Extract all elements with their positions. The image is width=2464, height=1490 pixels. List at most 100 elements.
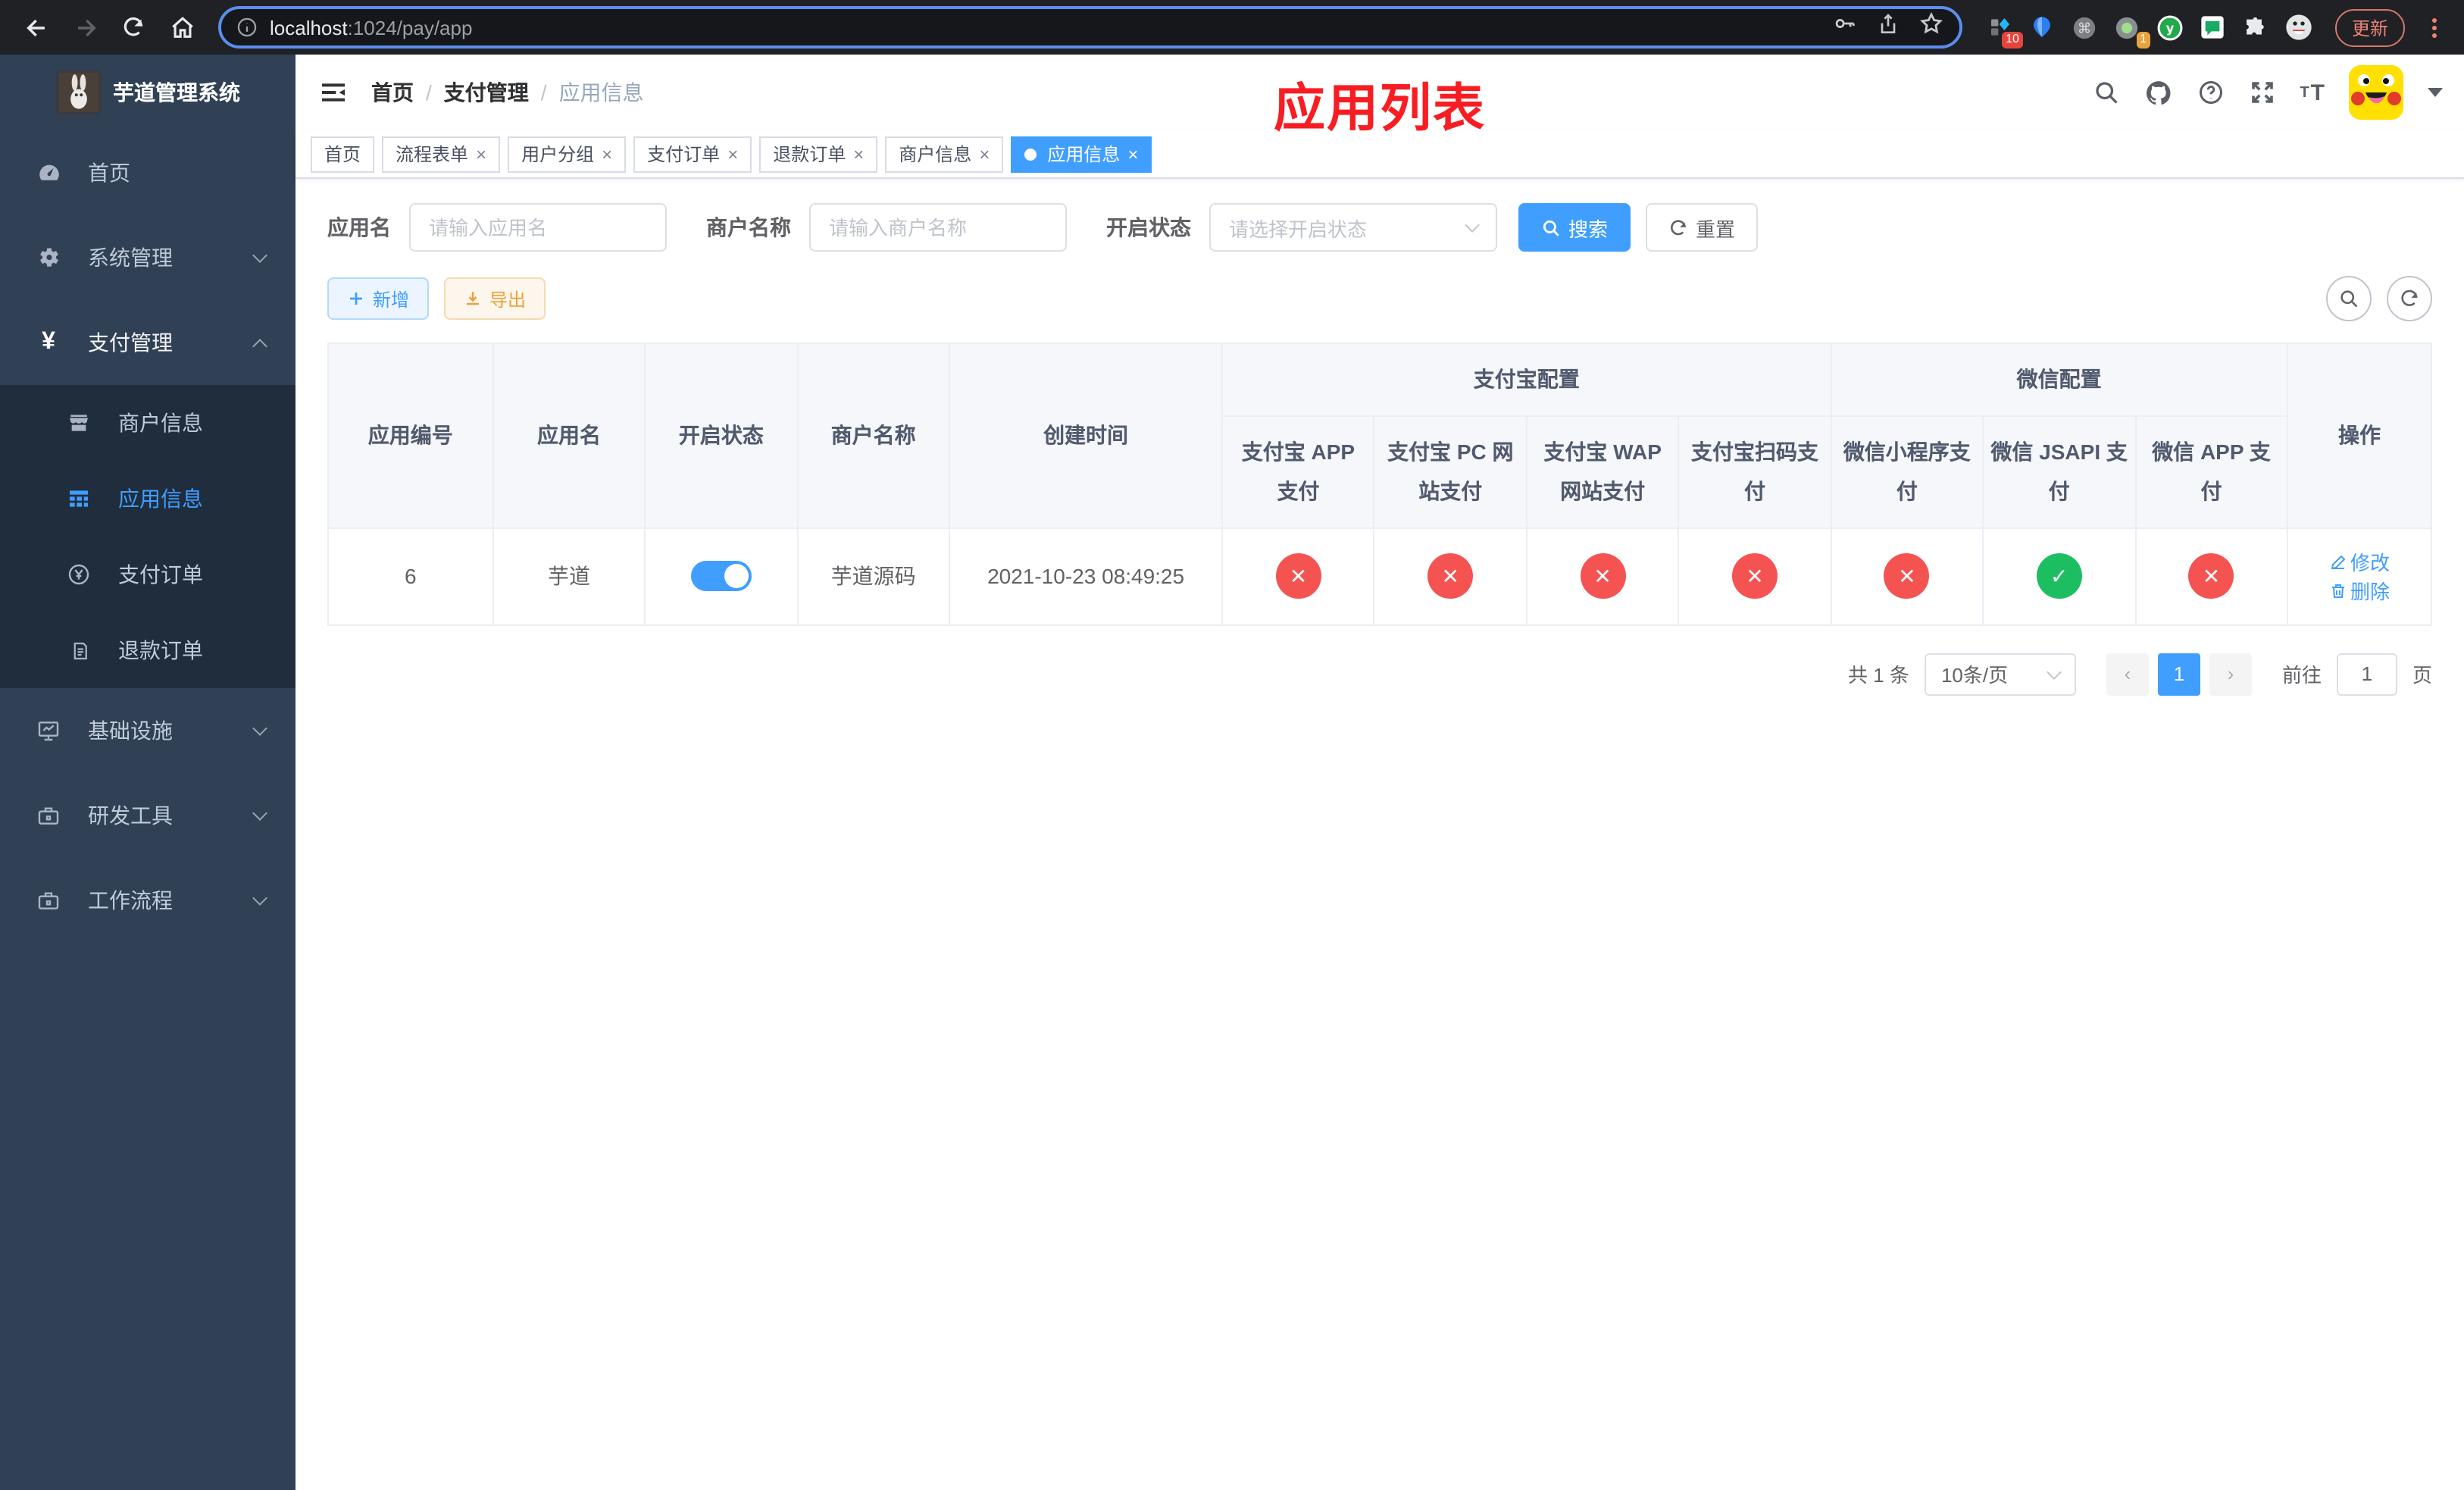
url-bar[interactable]: localhost:1024/pay/app bbox=[218, 6, 1962, 49]
tab-merchant-info[interactable]: 商户信息 × bbox=[885, 136, 1004, 172]
prev-page-button[interactable]: ‹ bbox=[2106, 653, 2149, 696]
password-key-icon[interactable] bbox=[1832, 11, 1858, 44]
merchant-name-input[interactable] bbox=[829, 216, 1047, 239]
col-app-id: 应用编号 bbox=[327, 343, 494, 529]
page-size-select[interactable]: 10条/页 bbox=[1924, 653, 2076, 696]
merchant-name-input-wrap bbox=[809, 203, 1067, 252]
search-icon[interactable] bbox=[2092, 79, 2119, 106]
close-icon[interactable]: × bbox=[853, 143, 864, 164]
close-icon[interactable]: × bbox=[1127, 143, 1138, 164]
extension-designer-icon[interactable]: 10 bbox=[1987, 14, 2023, 49]
tag-tabs-bar: 首页 流程表单 × 用户分组 × 支付订单 × 退款订单 × 商户信息 × 应用… bbox=[295, 130, 2464, 179]
extension-badge: 1 bbox=[2136, 31, 2150, 49]
toggle-search-button[interactable] bbox=[2326, 276, 2372, 321]
col-wechat-app: 微信 APP 支付 bbox=[2134, 415, 2288, 529]
close-icon[interactable]: × bbox=[602, 143, 612, 164]
apps-table: 应用编号 应用名 开启状态 商户名称 创建时间 支付宝配置 微信配置 操作 支付… bbox=[327, 343, 2433, 626]
tab-user-group[interactable]: 用户分组 × bbox=[508, 136, 627, 172]
dashboard-icon bbox=[30, 160, 67, 186]
reload-icon[interactable] bbox=[112, 6, 155, 49]
reset-button[interactable]: 重置 bbox=[1646, 203, 1759, 252]
forward-icon[interactable] bbox=[64, 6, 106, 49]
gear-icon bbox=[30, 245, 67, 271]
sidebar-item-app-info[interactable]: 应用信息 bbox=[0, 461, 295, 537]
sidebar-item-system[interactable]: 系统管理 bbox=[0, 215, 295, 300]
collapse-sidebar-icon[interactable] bbox=[317, 76, 350, 109]
close-icon[interactable]: × bbox=[979, 143, 990, 164]
tab-process-form[interactable]: 流程表单 × bbox=[382, 136, 501, 172]
close-icon[interactable]: × bbox=[727, 143, 738, 164]
app-name-input[interactable] bbox=[429, 216, 647, 239]
goto-suffix: 页 bbox=[2412, 664, 2432, 687]
sidebar-item-pay-order[interactable]: 支付订单 bbox=[0, 537, 295, 612]
status-fail-icon bbox=[2188, 553, 2234, 599]
close-icon[interactable]: × bbox=[476, 143, 486, 164]
status-select[interactable]: 请选择开启状态 bbox=[1209, 203, 1497, 252]
share-icon[interactable] bbox=[1876, 11, 1900, 43]
sidebar-item-home[interactable]: 首页 bbox=[0, 130, 295, 215]
enabled-toggle[interactable] bbox=[690, 561, 752, 592]
chevron-down-icon bbox=[1465, 218, 1480, 233]
pagination-total: 共 1 条 bbox=[1848, 664, 1909, 687]
avatar-caret-icon[interactable] bbox=[2428, 88, 2443, 97]
cell-alipay-wap bbox=[1525, 527, 1680, 626]
extension-balloon-icon[interactable] bbox=[2029, 14, 2056, 41]
tab-refund-order[interactable]: 退款订单 × bbox=[759, 136, 878, 172]
col-merchant: 商户名称 bbox=[796, 343, 951, 529]
breadcrumb-home[interactable]: 首页 bbox=[371, 77, 414, 108]
add-button[interactable]: 新增 bbox=[327, 277, 430, 320]
sidebar-item-workflow[interactable]: 工作流程 bbox=[0, 858, 295, 943]
extension-green-circle-icon[interactable]: y bbox=[2156, 14, 2184, 41]
tab-pay-order[interactable]: 支付订单 × bbox=[633, 136, 752, 172]
col-created: 创建时间 bbox=[949, 343, 1224, 529]
search-button[interactable]: 搜索 bbox=[1518, 203, 1631, 252]
bookmark-star-icon[interactable] bbox=[1918, 11, 1944, 44]
next-page-button[interactable]: › bbox=[2209, 653, 2252, 696]
goto-page-input[interactable] bbox=[2336, 653, 2397, 696]
sidebar-item-infrastructure[interactable]: 基础设施 bbox=[0, 688, 295, 773]
tab-app-info[interactable]: 应用信息 × bbox=[1011, 136, 1152, 172]
sidebar-item-dev-tools[interactable]: 研发工具 bbox=[0, 773, 295, 858]
merchant-name-label: 商户名称 bbox=[706, 215, 791, 239]
chevron-down-icon bbox=[2047, 664, 2062, 680]
font-size-icon[interactable]: TT bbox=[2300, 80, 2325, 105]
app-logo-row[interactable]: 芋道管理系统 bbox=[0, 55, 295, 130]
svg-text:⌘: ⌘ bbox=[2078, 20, 2092, 36]
back-icon[interactable] bbox=[15, 6, 58, 49]
col-alipay-wap: 支付宝 WAP 网站支付 bbox=[1525, 415, 1680, 529]
breadcrumb-payment[interactable]: 支付管理 bbox=[444, 77, 529, 108]
github-icon[interactable] bbox=[2143, 78, 2172, 107]
app-logo bbox=[55, 70, 101, 115]
edit-link[interactable]: 修改 bbox=[2329, 548, 2390, 577]
monitor-chart-icon bbox=[30, 718, 67, 743]
chevron-up-icon bbox=[252, 338, 267, 353]
browser-update-button[interactable]: 更新 bbox=[2334, 8, 2405, 46]
fullscreen-icon[interactable] bbox=[2248, 79, 2275, 106]
extension-recorder-icon[interactable]: 1 bbox=[2114, 14, 2150, 49]
main-panel: 应用名 商户名称 开启状态 请选择开启状态 搜索 bbox=[295, 179, 2464, 1490]
browser-toolbar: localhost:1024/pay/app 10 ⌘ 1 y 更新 bbox=[0, 0, 2464, 55]
browser-profile-avatar[interactable] bbox=[2284, 12, 2314, 42]
extensions-puzzle-icon[interactable] bbox=[2241, 14, 2269, 41]
tab-home[interactable]: 首页 bbox=[311, 136, 375, 172]
refresh-table-button[interactable] bbox=[2387, 276, 2432, 321]
app-name-label: 应用名 bbox=[327, 215, 391, 239]
sidebar-item-merchant-info[interactable]: 商户信息 bbox=[0, 385, 295, 461]
sidebar-item-refund-order[interactable]: 退款订单 bbox=[0, 612, 295, 688]
extension-command-icon[interactable]: ⌘ bbox=[2072, 14, 2099, 41]
sidebar-item-payment[interactable]: ¥ 支付管理 bbox=[0, 300, 295, 385]
delete-link[interactable]: 删除 bbox=[2329, 577, 2390, 606]
browser-menu-icon[interactable] bbox=[2432, 17, 2437, 37]
status-fail-icon bbox=[1275, 553, 1321, 599]
page-1-button[interactable]: 1 bbox=[2157, 653, 2200, 696]
help-icon[interactable] bbox=[2197, 79, 2224, 106]
extension-chat-icon[interactable] bbox=[2199, 14, 2226, 41]
site-info-icon[interactable] bbox=[236, 17, 258, 38]
group-alipay-config: 支付宝配置 bbox=[1221, 343, 1832, 417]
col-alipay-app: 支付宝 APP 支付 bbox=[1221, 415, 1375, 529]
export-button[interactable]: 导出 bbox=[444, 277, 546, 320]
home-icon[interactable] bbox=[161, 6, 203, 49]
user-avatar[interactable] bbox=[2349, 65, 2403, 120]
breadcrumb-app-info: 应用信息 bbox=[558, 80, 644, 105]
payment-submenu: 商户信息 应用信息 支付订单 退款订单 bbox=[0, 385, 295, 688]
